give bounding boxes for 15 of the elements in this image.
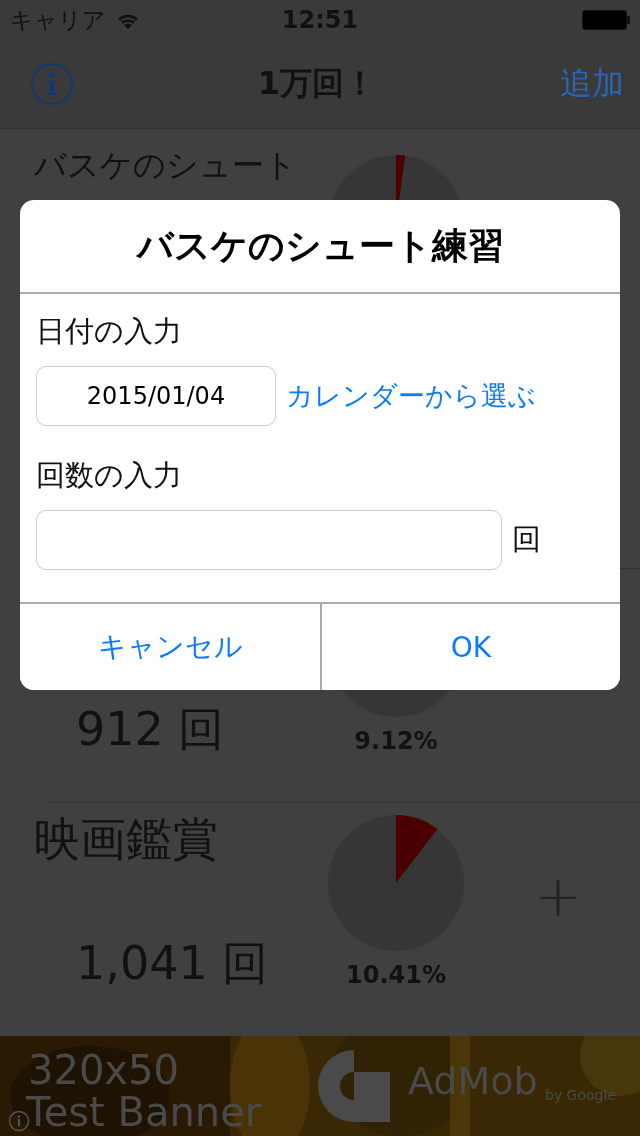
ad-brand-text: AdMob [408, 1062, 538, 1100]
battery-icon [582, 10, 630, 30]
count-field[interactable] [36, 510, 502, 570]
ok-button[interactable]: OK [320, 604, 620, 690]
count-label: 回数の入力 [36, 457, 183, 494]
calendar-link[interactable]: カレンダーから選ぶ [286, 378, 536, 414]
count-unit: 回 [512, 521, 541, 558]
ad-brand-subtext: by Google [545, 1088, 616, 1102]
date-label: 日付の入力 [36, 313, 183, 350]
admob-logo-icon [318, 1050, 390, 1122]
info-icon[interactable] [30, 62, 74, 106]
dialog-title: バスケのシュート練習 [20, 200, 620, 294]
ad-banner-text: Test Banner [26, 1092, 262, 1132]
date-field[interactable]: 2015/01/04 [36, 366, 276, 426]
ad-size-text: 320x50 [28, 1050, 179, 1090]
